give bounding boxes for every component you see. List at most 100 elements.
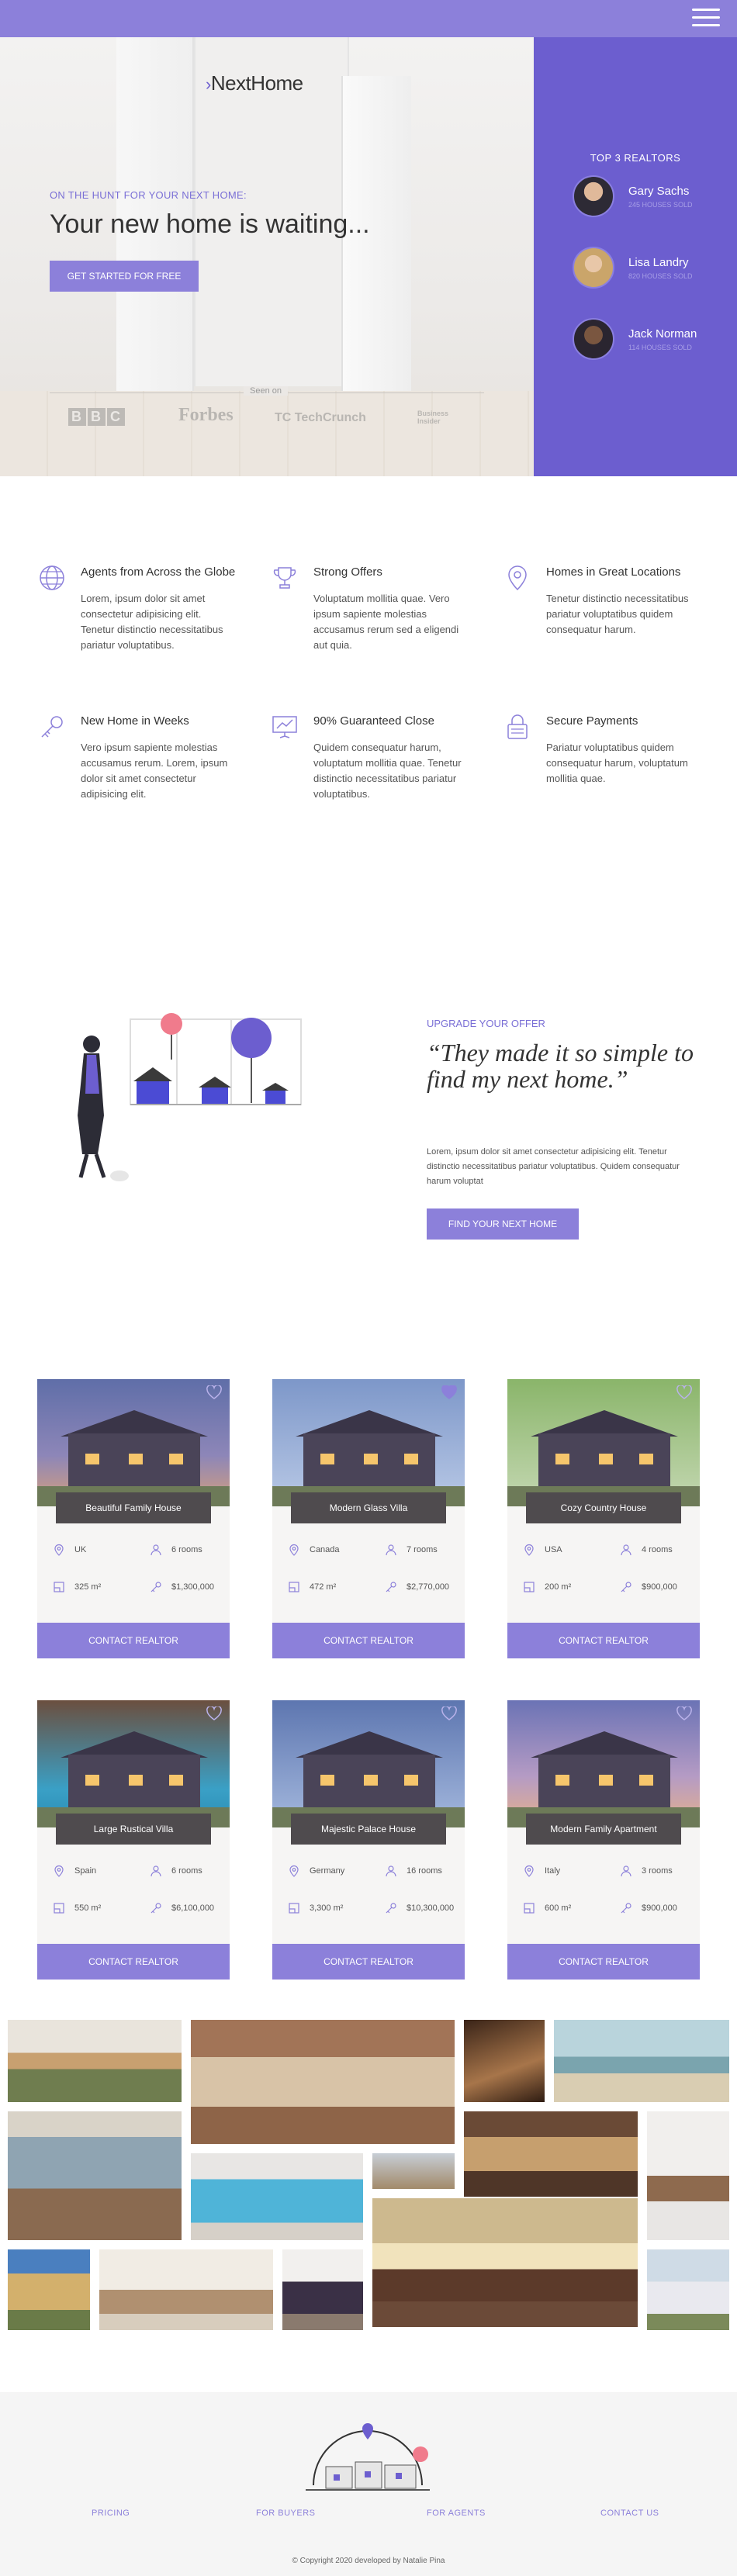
hamburger-menu-icon[interactable]: [692, 9, 720, 27]
key-icon: [41, 716, 63, 738]
listing-rooms: 4 rooms: [642, 1545, 673, 1554]
gallery-photo[interactable]: [191, 2020, 455, 2144]
avatar: [573, 175, 614, 217]
feature-item: Strong Offers Voluptatum mollitia quae. …: [270, 563, 472, 653]
listings-section: Beautiful Family House UK 6 rooms 325 m²…: [0, 1329, 737, 2012]
listing-price: $1,300,000: [171, 1582, 215, 1592]
map-pin-icon: [524, 1865, 534, 1877]
gallery-photo[interactable]: [647, 2249, 729, 2330]
listing-photo[interactable]: [37, 1700, 230, 1827]
price-key-icon: [386, 1582, 396, 1592]
listing-price: $900,000: [642, 1903, 677, 1913]
gallery-photo[interactable]: [8, 2111, 182, 2240]
listing-photo[interactable]: [272, 1700, 465, 1827]
feature-title: Homes in Great Locations: [546, 565, 681, 579]
listing-photo[interactable]: [37, 1379, 230, 1506]
area-icon: [524, 1582, 535, 1592]
realtor-card[interactable]: Lisa Landry 820 HOUSES SOLD: [573, 247, 693, 289]
gallery-photo[interactable]: [8, 2020, 182, 2102]
gallery-photo[interactable]: [8, 2249, 90, 2330]
price-key-icon: [151, 1903, 161, 1914]
footer-link-pricing[interactable]: PRICING: [92, 2509, 130, 2518]
feature-text: Pariatur voluptatibus quidem consequatur…: [546, 742, 688, 784]
realtor-name: Jack Norman: [628, 327, 697, 341]
gallery-photo[interactable]: [464, 2111, 638, 2197]
listing-area: 600 m²: [545, 1903, 572, 1913]
contact-realtor-button[interactable]: CONTACT REALTOR: [272, 1944, 465, 1980]
top-nav: [0, 0, 737, 37]
listing-photo[interactable]: [507, 1379, 700, 1506]
top-realtors-title: TOP 3 REALTORS: [590, 152, 681, 164]
contact-realtor-button[interactable]: CONTACT REALTOR: [507, 1623, 700, 1658]
listing-country: Italy: [545, 1866, 561, 1876]
area-icon: [289, 1582, 299, 1592]
map-pin-icon: [54, 1544, 64, 1556]
listing-name: Cozy Country House: [526, 1492, 681, 1523]
gallery-photo[interactable]: [464, 2020, 545, 2102]
contact-realtor-button[interactable]: CONTACT REALTOR: [272, 1623, 465, 1658]
get-started-button[interactable]: GET STARTED FOR FREE: [50, 261, 199, 292]
user-icon: [151, 1544, 161, 1556]
listing-country: Spain: [74, 1866, 97, 1876]
site-logo[interactable]: ›NextHome: [206, 71, 303, 95]
listing-country: Germany: [310, 1866, 345, 1876]
globe-icon: [40, 565, 64, 590]
gallery-photo[interactable]: [282, 2249, 363, 2330]
contact-realtor-button[interactable]: CONTACT REALTOR: [37, 1623, 230, 1658]
contact-realtor-button[interactable]: CONTACT REALTOR: [37, 1944, 230, 1980]
feature-item: Secure Payments Pariatur voluptatibus qu…: [503, 712, 704, 787]
user-icon: [621, 1544, 631, 1556]
favorite-heart-icon[interactable]: [676, 1706, 692, 1720]
testimonial-kicker: UPGRADE YOUR OFFER: [427, 1018, 545, 1029]
avatar: [573, 318, 614, 360]
business-insider-logo: Business Insider: [417, 410, 449, 425]
footer-link-for-agents[interactable]: FOR AGENTS: [427, 2509, 486, 2518]
feature-title: 90% Guaranteed Close: [313, 714, 434, 728]
gallery-photo[interactable]: [191, 2153, 363, 2240]
listing-photo[interactable]: [507, 1700, 700, 1827]
listing-card: Cozy Country House USA 4 rooms 200 m² $9…: [507, 1379, 700, 1658]
listing-name: Beautiful Family House: [56, 1492, 211, 1523]
find-your-next-home-button[interactable]: FIND YOUR NEXT HOME: [427, 1208, 579, 1240]
favorite-heart-icon[interactable]: [206, 1706, 222, 1720]
listing-area: 550 m²: [74, 1903, 102, 1913]
contact-realtor-button[interactable]: CONTACT REALTOR: [507, 1944, 700, 1980]
favorite-heart-icon[interactable]: [206, 1385, 222, 1399]
footer-link-contact-us[interactable]: CONTACT US: [600, 2509, 659, 2518]
listing-name: Modern Family Apartment: [526, 1814, 681, 1845]
listing-name: Modern Glass Villa: [291, 1492, 446, 1523]
chart-presentation-icon: [272, 716, 297, 738]
footer-link-for-buyers[interactable]: FOR BUYERS: [256, 2509, 316, 2518]
footer-houses-illustration: [306, 2423, 430, 2491]
favorite-heart-icon[interactable]: [441, 1385, 457, 1399]
listing-photo[interactable]: [272, 1379, 465, 1506]
gallery-photo[interactable]: [554, 2020, 729, 2102]
map-pin-icon: [289, 1865, 299, 1877]
listing-rooms: 16 rooms: [407, 1866, 442, 1876]
listing-price: $2,770,000: [407, 1582, 450, 1592]
feature-text: Tenetur distinctio necessitatibus pariat…: [546, 593, 689, 635]
gallery-photo[interactable]: [372, 2198, 638, 2327]
user-icon: [151, 1865, 161, 1877]
realtor-card[interactable]: Jack Norman 114 HOUSES SOLD: [573, 318, 697, 360]
bbc-logo: BBC: [68, 408, 126, 426]
favorite-heart-icon[interactable]: [676, 1385, 692, 1399]
listing-area: 200 m²: [545, 1582, 572, 1592]
area-icon: [524, 1903, 535, 1914]
testimonial-text: Lorem, ipsum dolor sit amet consectetur …: [427, 1147, 680, 1186]
gallery-photo[interactable]: [372, 2153, 455, 2189]
testimonial-section: UPGRADE YOUR OFFER “They made it so simp…: [0, 926, 737, 1329]
testimonial-quote: “They made it so simple to find my next …: [427, 1039, 694, 1093]
favorite-heart-icon[interactable]: [441, 1706, 457, 1720]
photo-gallery: [0, 2012, 737, 2392]
gallery-photo[interactable]: [99, 2249, 273, 2330]
realtor-card[interactable]: Gary Sachs 245 HOUSES SOLD: [573, 175, 693, 217]
listing-card: Large Rustical Villa Spain 6 rooms 550 m…: [37, 1700, 230, 1980]
listing-country: Canada: [310, 1545, 340, 1554]
gallery-photo[interactable]: [647, 2111, 729, 2240]
top-realtors-panel: TOP 3 REALTORS Gary Sachs 245 HOUSES SOLD…: [534, 37, 737, 476]
listing-rooms: 6 rooms: [171, 1866, 202, 1876]
price-key-icon: [151, 1582, 161, 1592]
map-pin-icon: [289, 1544, 299, 1556]
listing-rooms: 6 rooms: [171, 1545, 202, 1554]
